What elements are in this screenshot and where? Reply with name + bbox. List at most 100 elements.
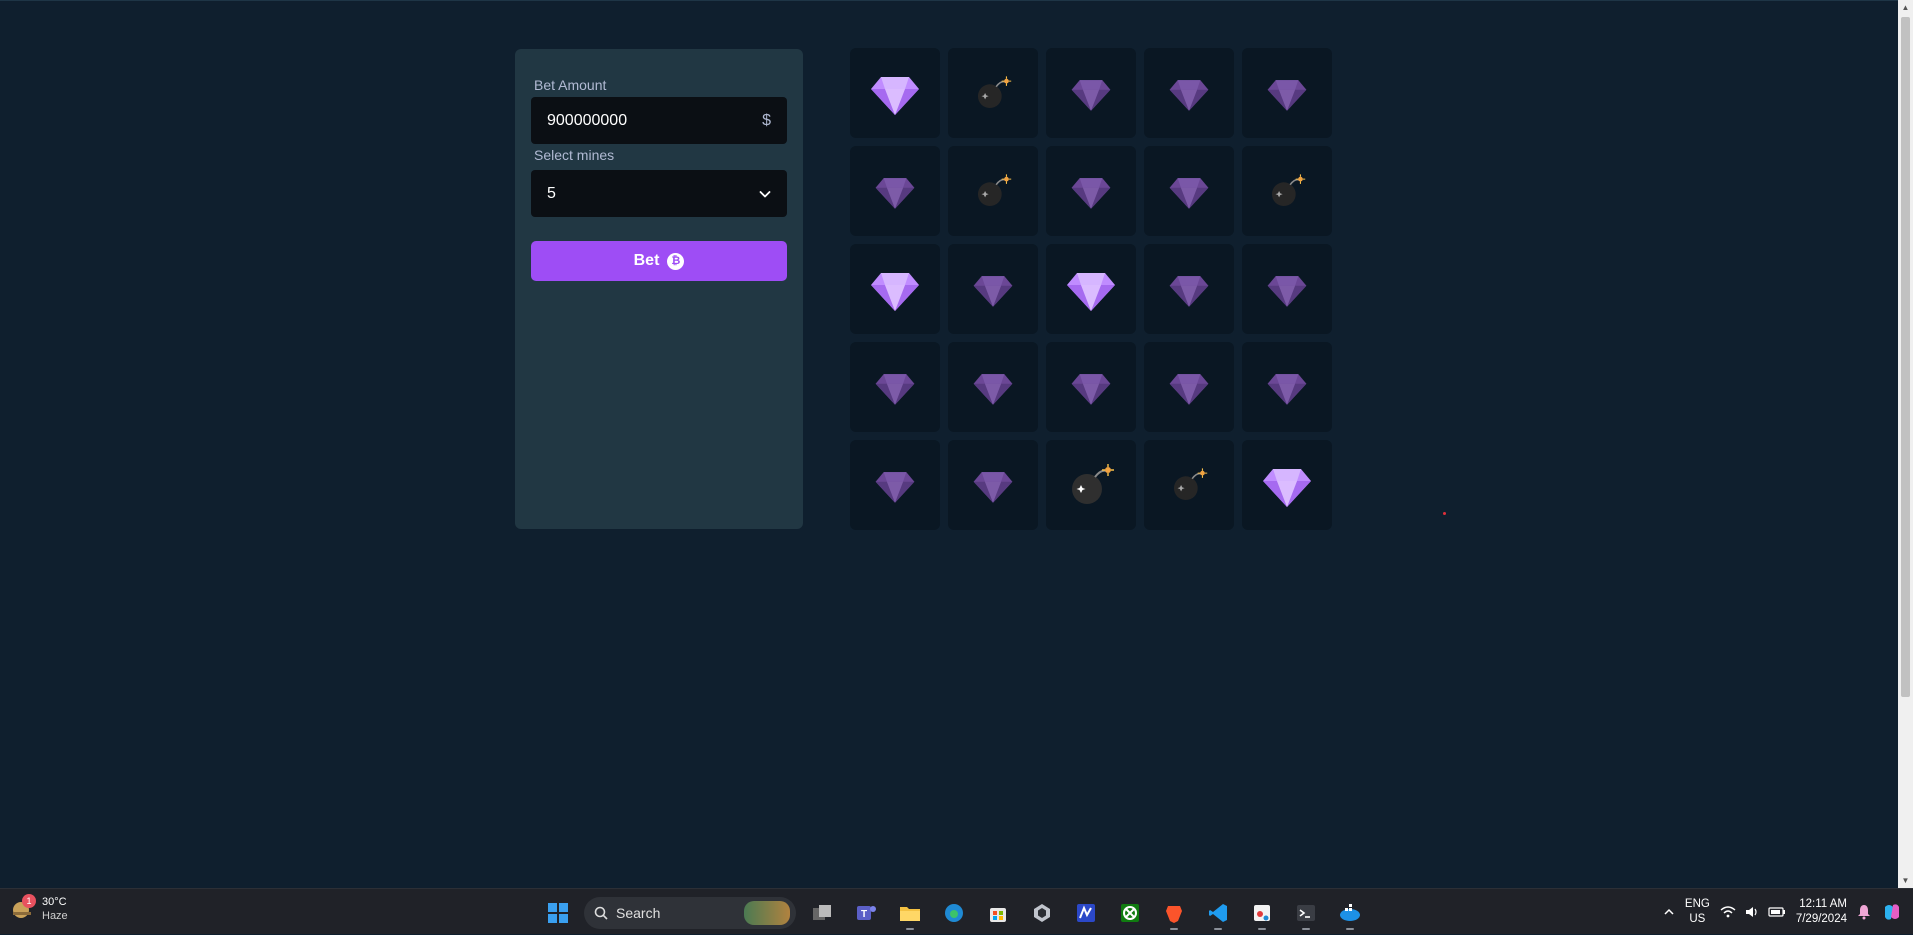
grid-tile[interactable] (850, 146, 940, 236)
gem-icon (874, 366, 916, 408)
gem-icon (1266, 72, 1308, 114)
notification-bell-icon[interactable] (1857, 904, 1871, 920)
search-highlight-art (744, 901, 790, 925)
grid-tile[interactable] (1144, 146, 1234, 236)
gem-icon (1070, 72, 1112, 114)
grid-tile[interactable] (850, 440, 940, 530)
taskbar-apps: Search T (540, 895, 1368, 931)
task-view-icon[interactable] (804, 895, 840, 931)
mines-selected-value[interactable]: 5 (547, 185, 556, 203)
gem-icon (972, 464, 1014, 506)
bomb-icon (1170, 466, 1208, 504)
grid-tile[interactable] (948, 48, 1038, 138)
bet-amount-label: Bet Amount (534, 77, 607, 93)
bomb-icon (974, 172, 1012, 210)
scroll-up-icon[interactable]: ▲ (1898, 0, 1913, 15)
gem-icon (1168, 268, 1210, 310)
clock[interactable]: 12:11 AM 7/29/2024 (1796, 897, 1847, 927)
gem-icon (972, 366, 1014, 408)
weather-temp: 30°C (42, 896, 67, 908)
bet-amount-value[interactable]: 900000000 (547, 112, 627, 130)
lang-bottom: US (1689, 913, 1706, 925)
gem-icon (874, 170, 916, 212)
bitcoin-icon: ₿ (667, 252, 685, 270)
vertical-scrollbar[interactable]: ▲ ▼ (1898, 0, 1913, 888)
app-m-icon[interactable] (1068, 895, 1104, 931)
lang-top: ENG (1684, 898, 1710, 910)
grid-tile[interactable] (948, 146, 1038, 236)
wifi-icon[interactable] (1720, 905, 1736, 919)
grid-tile[interactable] (1242, 440, 1332, 530)
grid-tile[interactable] (1046, 440, 1136, 530)
gem-icon (1065, 263, 1117, 315)
gem-icon (1070, 170, 1112, 212)
chevron-up-icon[interactable] (1663, 906, 1675, 918)
select-mines-label: Select mines (534, 147, 615, 163)
grid-tile[interactable] (1144, 48, 1234, 138)
grid-tile[interactable] (948, 244, 1038, 334)
gem-icon (1168, 366, 1210, 408)
grid-tile[interactable] (1046, 244, 1136, 334)
scroll-down-icon[interactable]: ▼ (1898, 873, 1913, 888)
bet-button[interactable]: Bet ₿ (531, 241, 787, 281)
weather-badge: 1 (22, 894, 36, 908)
taskbar-search[interactable]: Search (584, 897, 796, 929)
store-icon[interactable] (980, 895, 1016, 931)
grid-tile[interactable] (1242, 146, 1332, 236)
brave-icon[interactable] (1156, 895, 1192, 931)
grid-tile[interactable] (948, 342, 1038, 432)
chevron-down-icon (759, 190, 771, 197)
xbox-icon[interactable] (1112, 895, 1148, 931)
bomb-icon (974, 74, 1012, 112)
grid-tile[interactable] (948, 440, 1038, 530)
cursor-dot (1443, 512, 1446, 515)
file-explorer-icon[interactable] (892, 895, 928, 931)
grid-tile[interactable] (850, 342, 940, 432)
grid-tile[interactable] (1144, 342, 1234, 432)
gem-icon (972, 268, 1014, 310)
grid-tile[interactable] (1144, 440, 1234, 530)
weather-icon: 1 (10, 894, 36, 922)
mines-select[interactable]: 5 (531, 170, 787, 217)
copilot-icon[interactable] (1881, 901, 1903, 923)
scroll-thumb[interactable] (1901, 17, 1910, 697)
clock-time: 12:11 AM (1799, 898, 1847, 910)
vscode-icon[interactable] (1200, 895, 1236, 931)
grid-tile[interactable] (1242, 342, 1332, 432)
teams-icon[interactable]: T (848, 895, 884, 931)
docker-icon[interactable] (1332, 895, 1368, 931)
app-cube-icon[interactable] (1024, 895, 1060, 931)
weather-widget[interactable]: 1 30°C Haze (10, 894, 68, 923)
gem-icon (1261, 459, 1313, 511)
gem-icon (869, 67, 921, 119)
edge-icon[interactable] (936, 895, 972, 931)
snipping-icon[interactable] (1244, 895, 1280, 931)
grid-tile[interactable] (1046, 48, 1136, 138)
svg-text:T: T (861, 909, 867, 920)
terminal-icon[interactable] (1288, 895, 1324, 931)
currency-symbol: $ (762, 111, 771, 129)
grid-tile[interactable] (1242, 244, 1332, 334)
grid-tile[interactable] (850, 244, 940, 334)
bet-panel: Bet Amount 900000000 $ Select mines 5 Be… (515, 49, 803, 529)
bet-amount-input[interactable]: 900000000 $ (531, 97, 787, 144)
language-indicator[interactable]: ENG US (1685, 897, 1710, 927)
grid-tile[interactable] (1046, 146, 1136, 236)
gem-icon (1168, 170, 1210, 212)
grid-tile[interactable] (850, 48, 940, 138)
search-label: Search (616, 905, 661, 921)
battery-icon[interactable] (1768, 905, 1786, 919)
search-icon (594, 906, 608, 920)
grid-tile[interactable] (1242, 48, 1332, 138)
gem-icon (1168, 72, 1210, 114)
windows-taskbar: 1 30°C Haze Search T ENG US 12:11 AM 7/2… (0, 888, 1913, 934)
windows-start-icon[interactable] (540, 895, 576, 931)
weather-condition: Haze (42, 910, 68, 922)
bet-button-label: Bet (633, 252, 660, 269)
gem-icon (1070, 366, 1112, 408)
volume-icon[interactable] (1744, 905, 1760, 919)
grid-tile[interactable] (1046, 342, 1136, 432)
gem-icon (1266, 268, 1308, 310)
gem-icon (869, 263, 921, 315)
grid-tile[interactable] (1144, 244, 1234, 334)
